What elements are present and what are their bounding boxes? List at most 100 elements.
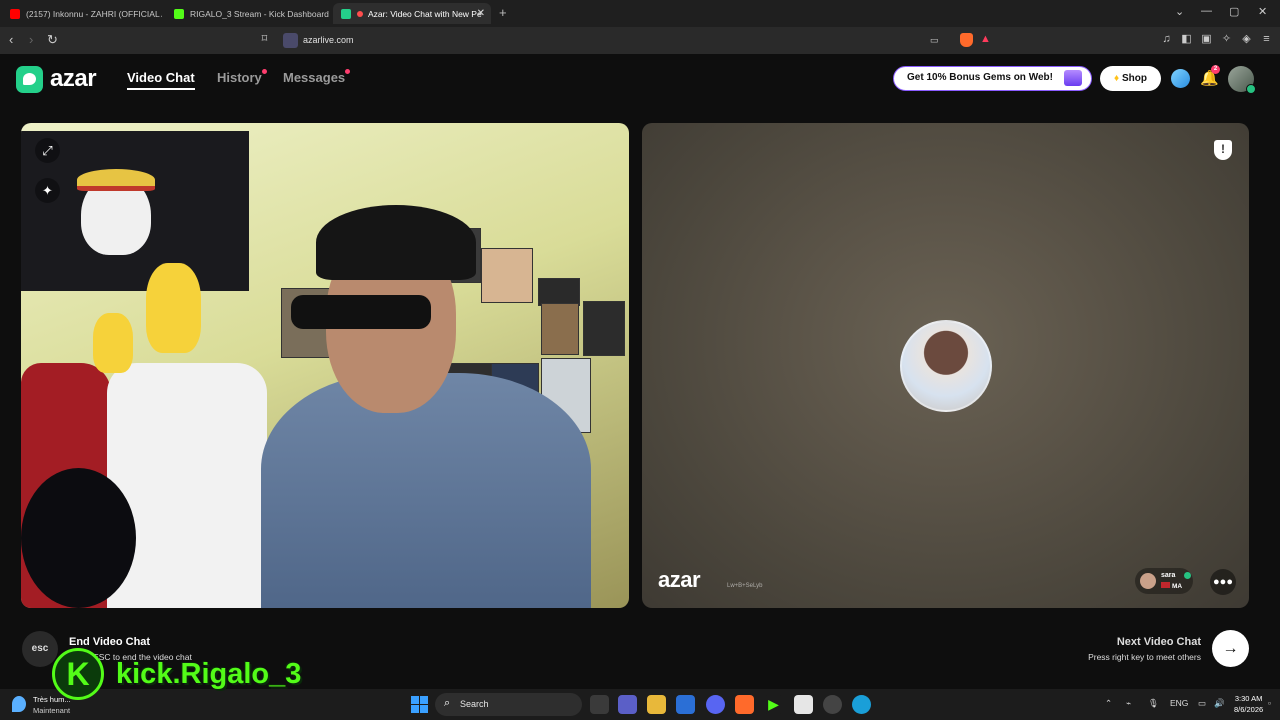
new-tab-icon[interactable]: + <box>499 5 507 20</box>
file-explorer-icon[interactable] <box>647 695 666 714</box>
maximize-icon[interactable]: ▢ <box>1229 5 1239 18</box>
jersey <box>107 363 267 608</box>
tab-azar[interactable]: Azar: Video Chat with New Pe ✕ <box>333 3 491 24</box>
close-tab-icon[interactable]: ✕ <box>477 8 485 19</box>
browser-nav-bar: ‹ › ↻ ⌑ azarlive.com ▭ ▲ ♫ ◧ ▣ ✧ ◈ ≡ <box>0 27 1280 54</box>
close-window-icon[interactable]: ✕ <box>1258 5 1267 18</box>
clock-time: 3:30 AM <box>1234 694 1263 703</box>
kick-overlay: K kick.Rigalo_3 <box>52 648 301 700</box>
wall-poster <box>538 278 580 306</box>
minion-toy <box>93 313 133 373</box>
wall-poster <box>541 303 579 355</box>
tab-label: (2157) Inkonnu - ZAHRI (OFFICIAL AI <box>26 8 162 19</box>
discord-icon[interactable] <box>706 695 725 714</box>
volume-icon[interactable]: 🔊 <box>1214 698 1225 709</box>
tray-chevron-icon[interactable]: ⌃ <box>1105 698 1112 709</box>
streamer-body <box>261 373 591 608</box>
gem-icon: ♦ <box>1114 73 1120 84</box>
verified-icon <box>1184 572 1191 579</box>
cast-icon[interactable]: ▭ <box>930 35 939 46</box>
shop-label: Shop <box>1121 73 1147 84</box>
azar-logo[interactable]: azar <box>16 65 97 93</box>
azar-watermark: azar <box>658 567 701 592</box>
next-chat-title: Next Video Chat <box>1116 636 1201 648</box>
online-badge <box>1246 84 1256 94</box>
kick-icon <box>174 8 184 19</box>
chat-bubble-icon[interactable]: ●●● <box>1210 569 1236 595</box>
edge-icon[interactable] <box>852 695 871 714</box>
notification-badge: 2 <box>1211 65 1220 74</box>
sunglasses <box>291 295 431 329</box>
minion-toy <box>146 263 201 353</box>
browser-tab-bar: (2157) Inkonnu - ZAHRI (OFFICIAL AI RIGA… <box>0 0 1280 27</box>
weather-time: Maintenant <box>33 706 71 715</box>
teams-icon[interactable] <box>618 695 637 714</box>
magic-wand-icon[interactable]: ✦ <box>35 178 60 203</box>
expand-icon[interactable]: ⤢ <box>35 138 60 163</box>
youtube-icon <box>10 8 20 19</box>
next-chat-hint: Press right key to meet others <box>1088 652 1201 662</box>
vpn-icon[interactable]: ◈ <box>1240 33 1253 46</box>
search-label: Search <box>460 699 489 709</box>
nav-video-chat[interactable]: Video Chat <box>127 70 195 90</box>
promo-label: Get 10% Bonus Gems on Web! <box>907 72 1053 83</box>
straw-hat <box>77 169 155 191</box>
avatar[interactable] <box>1228 66 1256 94</box>
recording-icon <box>357 10 363 17</box>
azar-logo-icon <box>16 65 43 93</box>
reload-icon[interactable]: ↻ <box>47 32 58 48</box>
weather-icon <box>12 696 26 712</box>
partner-profile-chip[interactable]: sara MA <box>1135 568 1193 594</box>
watermark-id: Lw+B+SeLyb <box>727 583 763 589</box>
brave-rewards-icon[interactable]: ▲ <box>980 33 991 45</box>
partner-avatar <box>900 320 992 412</box>
site-info-icon[interactable] <box>283 33 298 48</box>
obs-icon[interactable] <box>823 695 842 714</box>
sidebar-icon[interactable]: ◧ <box>1180 33 1193 46</box>
forward-icon[interactable]: › <box>29 32 33 47</box>
tab-kick[interactable]: RIGALO_3 Stream - Kick Dashboard <box>166 3 330 24</box>
kick-app-icon[interactable]: ▶ <box>764 695 783 714</box>
microphone-icon[interactable]: 🎙 <box>1148 698 1159 709</box>
leo-ai-icon[interactable]: ✧ <box>1220 33 1233 46</box>
next-chat-button[interactable]: → <box>1212 630 1249 667</box>
music-icon[interactable]: ♫ <box>1160 33 1173 46</box>
report-icon[interactable]: ! <box>1214 140 1232 160</box>
clock-date: 8/6/2026 <box>1234 705 1264 714</box>
brand-name: azar <box>50 65 97 92</box>
minimize-icon[interactable]: — <box>1201 5 1212 17</box>
windows-start-icon[interactable] <box>411 696 428 713</box>
clock[interactable]: 3:30 AM 8/6/2026 <box>1234 693 1263 715</box>
wall-poster <box>481 248 533 303</box>
bonus-gems-button[interactable]: Get 10% Bonus Gems on Web! <box>893 66 1092 91</box>
display-icon[interactable]: ▭ <box>1198 698 1206 709</box>
shop-button[interactable]: ♦ Shop <box>1100 66 1161 91</box>
store-icon[interactable] <box>676 695 695 714</box>
notification-center-icon[interactable]: ▫ <box>1268 698 1271 708</box>
language-indicator[interactable]: ENG <box>1170 698 1188 708</box>
messages-notification-dot <box>345 69 350 74</box>
gems-icon[interactable] <box>1171 69 1190 88</box>
tab-label: RIGALO_3 Stream - Kick Dashboard <box>190 8 329 19</box>
tab-youtube[interactable]: (2157) Inkonnu - ZAHRI (OFFICIAL AI <box>2 3 162 24</box>
partner-country: MA <box>1161 582 1182 590</box>
nav-history[interactable]: History <box>217 70 262 85</box>
taskbar-search[interactable]: ⌕ Search <box>435 693 582 716</box>
kick-handle: kick.Rigalo_3 <box>116 657 302 690</box>
brave-icon[interactable] <box>735 695 754 714</box>
address-bar[interactable]: azarlive.com ▭ ▲ <box>280 30 1000 51</box>
chevron-down-icon[interactable]: ⌄ <box>1175 5 1184 18</box>
partner-name: sara <box>1161 572 1176 579</box>
menu-icon[interactable]: ≡ <box>1260 33 1273 46</box>
gift-icon <box>1064 70 1082 86</box>
kick-logo-icon: K <box>52 648 104 700</box>
wallet-icon[interactable]: ▣ <box>1200 33 1213 46</box>
task-view-icon[interactable] <box>590 695 609 714</box>
network-icon[interactable]: ⌁ <box>1126 698 1131 709</box>
brave-shield-icon[interactable] <box>960 33 973 47</box>
back-icon[interactable]: ‹ <box>9 32 13 47</box>
nav-messages[interactable]: Messages <box>283 70 345 85</box>
url-text: azarlive.com <box>303 35 354 45</box>
bookmark-icon[interactable]: ⌑ <box>258 33 271 46</box>
capcut-icon[interactable] <box>794 695 813 714</box>
